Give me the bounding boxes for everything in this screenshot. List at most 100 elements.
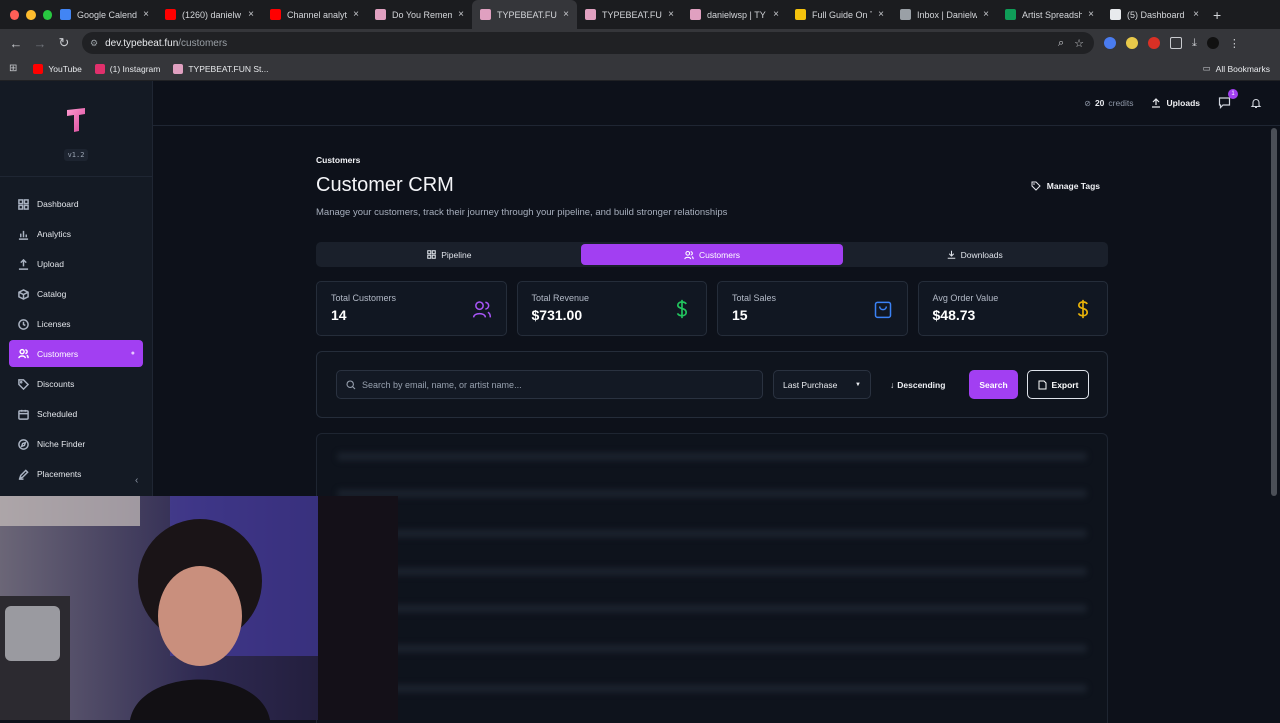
stat-label: Total Customers [331, 293, 397, 303]
search-input[interactable] [362, 379, 752, 390]
site-info-icon[interactable]: ⚙ [90, 38, 98, 49]
back-icon[interactable]: ← [4, 36, 28, 51]
sort-select-value: Last Purchase [783, 379, 838, 390]
tab-customers[interactable]: Customers [580, 244, 844, 265]
customer-table-blurred [316, 433, 1108, 723]
table-row-blurred [337, 684, 1087, 693]
credits-icon: ⊘ [1084, 98, 1091, 108]
sidebar-item-label: Customers [37, 348, 79, 359]
puzzle-icon[interactable] [1170, 37, 1182, 49]
sidebar-item-upload[interactable]: Upload [9, 249, 143, 279]
page-scrollbar[interactable] [1271, 128, 1277, 496]
close-tab-icon[interactable]: × [353, 9, 359, 20]
search-box[interactable] [336, 370, 763, 399]
address-bar[interactable]: ⚙ dev.typebeat.fun/customers ⌕ ☆ [82, 32, 1094, 54]
bookmark-item[interactable]: YouTube [33, 63, 82, 74]
tab-favicon-icon [375, 9, 386, 20]
close-tab-icon[interactable]: × [983, 9, 989, 20]
collapse-sidebar-icon[interactable]: ‹ [135, 475, 138, 486]
profile-avatar[interactable] [1206, 37, 1219, 49]
zoom-window-button[interactable] [42, 9, 52, 20]
minimize-window-button[interactable] [26, 9, 36, 20]
pen-icon [17, 468, 29, 480]
browser-tab[interactable]: TYPEBEAT.FUN × [577, 0, 682, 29]
sidebar-item-dashboard[interactable]: Dashboard [9, 189, 143, 219]
forward-icon[interactable]: → [28, 36, 52, 51]
close-tab-icon[interactable]: × [878, 9, 884, 20]
tab-downloads[interactable]: Downloads [843, 244, 1106, 265]
browser-tab[interactable]: Do You Remem × [367, 0, 472, 29]
typebeat-logo[interactable] [66, 107, 86, 133]
sidebar-item-niche-finder[interactable]: Niche Finder [9, 429, 143, 459]
sidebar-item-label: Discounts [37, 379, 75, 389]
browser-tab[interactable]: TYPEBEAT.FU × [472, 0, 577, 29]
sidebar-menu: Dashboard Analytics Upload Catalog Licenses C… [0, 177, 152, 489]
bookmark-item[interactable]: (1) Instagram [94, 63, 160, 74]
browser-tab[interactable]: (1260) danielw × [157, 0, 262, 29]
sort-order-toggle[interactable]: ↓ Descending [890, 370, 945, 399]
zoom-icon[interactable]: ⌕ [1058, 37, 1064, 50]
tab-pipeline[interactable]: Pipeline [318, 244, 581, 265]
browser-tab[interactable]: Google Calenda × [52, 0, 157, 29]
search-icon [346, 379, 356, 389]
bell-icon[interactable] [1250, 97, 1262, 109]
export-button[interactable]: Export [1027, 370, 1089, 399]
table-row-blurred [337, 604, 1087, 613]
reload-icon[interactable]: ↻ [52, 35, 76, 51]
sidebar-item-catalog[interactable]: Catalog [9, 279, 143, 309]
bookmarks-bar: ⊞ YouTube (1) Instagram TYPEBEAT.FUN St...… [0, 57, 1280, 81]
extension-icon[interactable] [1126, 37, 1138, 49]
new-tab-button[interactable]: + [1213, 7, 1221, 23]
webcam-video [0, 496, 398, 720]
close-tab-icon[interactable]: × [248, 9, 254, 20]
sidebar-item-discounts[interactable]: Discounts [9, 369, 143, 399]
browser-tab[interactable]: Inbox | Danielw × [892, 0, 997, 29]
page-subtitle: Manage your customers, track their journ… [316, 207, 728, 218]
dashboard-icon [17, 198, 29, 210]
browser-tab[interactable]: danielwsp | TY × [682, 0, 787, 29]
all-bookmarks[interactable]: ▭ All Bookmarks [1203, 63, 1270, 74]
uploads-button[interactable]: Uploads [1151, 98, 1200, 108]
close-tab-icon[interactable]: × [143, 9, 149, 20]
window-controls [0, 9, 52, 20]
browser-tab[interactable]: Full Guide On T × [787, 0, 892, 29]
close-tab-icon[interactable]: × [1193, 9, 1199, 20]
manage-tags-button[interactable]: Manage Tags [1031, 181, 1100, 191]
tab-title: danielwsp | TY [707, 9, 766, 20]
browser-tab[interactable]: Channel analyti × [262, 0, 367, 29]
bookmark-item[interactable]: TYPEBEAT.FUN St... [173, 63, 268, 74]
bookmark-star-icon[interactable]: ☆ [1074, 37, 1084, 50]
record-extension-icon[interactable] [1148, 37, 1160, 49]
search-button[interactable]: Search [969, 370, 1018, 399]
sort-select[interactable]: Last Purchase ▼ [773, 370, 871, 399]
tab-title: Google Calenda [77, 9, 138, 20]
apps-grid-icon[interactable]: ⊞ [9, 63, 17, 74]
tab-title: Do You Remem [392, 9, 453, 20]
close-tab-icon[interactable]: × [563, 9, 569, 20]
extension-icon[interactable] [1104, 37, 1116, 49]
tab-label: Downloads [960, 249, 1003, 260]
close-tab-icon[interactable]: × [458, 9, 464, 20]
stat-card-total-customers: Total Customers 14 [316, 281, 507, 336]
filter-bar: Last Purchase ▼ ↓ Descending Search Expo… [316, 351, 1108, 418]
browser-tab[interactable]: (5) Dashboard × [1102, 0, 1207, 29]
tag-icon [17, 378, 29, 390]
close-tab-icon[interactable]: × [668, 9, 674, 20]
sidebar-item-scheduled[interactable]: Scheduled [9, 399, 143, 429]
close-window-button[interactable] [10, 9, 20, 20]
tab-favicon-icon [900, 9, 911, 20]
sidebar-item-label: Analytics [37, 229, 72, 239]
tab-title: (5) Dashboard [1127, 9, 1185, 20]
close-tab-icon[interactable]: × [773, 9, 779, 20]
download-icon[interactable]: ⤓ [1192, 37, 1197, 49]
tag-icon [1031, 181, 1041, 191]
messages-button[interactable]: 1 [1218, 89, 1238, 110]
sidebar-item-licenses[interactable]: Licenses [9, 309, 143, 339]
sidebar-item-placements[interactable]: Placements [9, 459, 143, 489]
browser-tab[interactable]: Artist Spreadsh × [997, 0, 1102, 29]
sidebar-item-analytics[interactable]: Analytics [9, 219, 143, 249]
menu-dots-icon[interactable]: ⋮ [1229, 37, 1240, 50]
sidebar-item-customers[interactable]: Customers ● [9, 340, 143, 367]
close-tab-icon[interactable]: × [1088, 9, 1094, 20]
tab-favicon-icon [1110, 9, 1121, 20]
